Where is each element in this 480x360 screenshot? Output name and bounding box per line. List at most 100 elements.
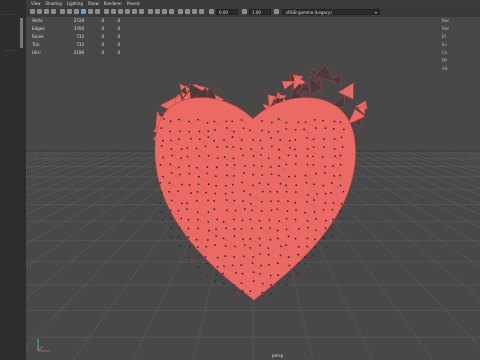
vertex-point xyxy=(288,274,291,277)
vertex-point xyxy=(242,255,245,258)
vertex-point xyxy=(297,262,300,265)
vertex-point xyxy=(233,289,236,292)
vertex-point xyxy=(159,181,162,184)
menu-view[interactable]: View xyxy=(31,0,41,8)
isolate-select-icon[interactable] xyxy=(178,9,183,14)
vertex-point xyxy=(225,185,227,187)
vertex-point xyxy=(178,138,180,141)
camera-attributes-icon[interactable] xyxy=(37,9,42,14)
vertex-point xyxy=(195,238,198,241)
vertex-point xyxy=(169,163,172,166)
vertex-point xyxy=(325,219,327,222)
gamma-field[interactable]: 1.00 xyxy=(249,9,271,15)
grid-line xyxy=(332,150,480,229)
vertex-point xyxy=(287,154,290,157)
vertex-point xyxy=(259,272,261,275)
perspective-viewport[interactable]: Verts: 2728 0 0 Edges: 3700 0 0 Faces: 7… xyxy=(26,17,480,360)
vertex-point xyxy=(324,227,327,229)
grid-line xyxy=(442,150,480,160)
grid-line xyxy=(342,150,480,215)
gamma-icon[interactable] xyxy=(242,9,247,14)
vertex-point xyxy=(276,237,279,240)
vertex-point xyxy=(277,118,280,121)
motion-blur-icon[interactable] xyxy=(155,9,160,14)
wireframe-on-shaded-icon[interactable] xyxy=(118,9,123,14)
vertex-point xyxy=(198,138,201,141)
sidebar-scrollbar[interactable] xyxy=(20,18,23,48)
vertex-point xyxy=(214,244,216,246)
vertex-point xyxy=(214,192,217,195)
image-plane-icon[interactable] xyxy=(51,9,56,14)
exposure-field[interactable]: 0.00 xyxy=(216,9,238,15)
vertex-point xyxy=(207,221,210,223)
vertex-point xyxy=(160,127,163,129)
field-chart-icon[interactable] xyxy=(88,9,93,14)
vertex-point xyxy=(243,208,246,210)
vertex-point xyxy=(260,165,263,168)
vertex-point xyxy=(340,136,343,139)
vertex-point xyxy=(223,265,225,268)
vertex-point xyxy=(226,209,228,212)
color-management-icon[interactable] xyxy=(274,9,279,14)
vertex-point xyxy=(312,163,315,166)
bookmark-icon[interactable] xyxy=(44,9,49,14)
vertex-point xyxy=(162,175,165,178)
hud-row-verts: Verts: 2728 0 0 xyxy=(32,17,132,25)
vertex-point xyxy=(252,155,255,157)
vertex-point xyxy=(198,155,201,157)
vertex-point xyxy=(285,184,287,187)
vertex-point xyxy=(159,163,162,166)
menu-panels[interactable]: Panels xyxy=(127,0,140,8)
vertex-point xyxy=(241,272,244,275)
vertex-point xyxy=(343,128,345,131)
vertex-point xyxy=(258,182,261,185)
vertex-point xyxy=(270,284,272,286)
xray-icon[interactable] xyxy=(185,9,190,14)
menu-renderer[interactable]: Renderer xyxy=(104,0,122,8)
vertex-point xyxy=(213,280,216,283)
vertex-point xyxy=(222,272,224,275)
ambient-occlusion-icon[interactable] xyxy=(148,9,153,14)
vertex-point xyxy=(188,245,191,248)
menu-lighting[interactable]: Lighting xyxy=(67,0,83,8)
vertex-point xyxy=(324,192,327,195)
vertex-point xyxy=(330,192,333,194)
vertex-point xyxy=(276,229,279,232)
vertex-point xyxy=(270,209,273,212)
hud-value: 0 xyxy=(117,50,120,55)
grid-line xyxy=(26,150,34,153)
xray-components-icon[interactable] xyxy=(199,9,204,14)
vertex-point xyxy=(312,254,315,257)
vertex-point xyxy=(285,283,288,286)
vertex-point xyxy=(332,201,335,204)
smooth-shade-icon[interactable] xyxy=(111,9,116,14)
vertex-point xyxy=(242,190,245,193)
film-gate-icon[interactable] xyxy=(67,9,72,14)
camera-select-icon[interactable] xyxy=(30,9,35,14)
exposure-icon[interactable] xyxy=(209,9,214,14)
vertex-point xyxy=(231,136,234,138)
anti-aliasing-icon[interactable] xyxy=(162,9,167,14)
gate-mask-icon[interactable] xyxy=(81,9,86,14)
menu-shading[interactable]: Shading xyxy=(46,0,62,8)
vertex-point xyxy=(206,262,208,265)
vertex-point xyxy=(180,217,183,220)
menu-show[interactable]: Show xyxy=(88,0,99,8)
textured-icon[interactable] xyxy=(125,9,130,14)
safe-action-icon[interactable] xyxy=(95,9,100,14)
wireframe-icon[interactable] xyxy=(104,9,109,14)
vertex-point xyxy=(204,145,207,148)
resolution-gate-icon[interactable] xyxy=(74,9,79,14)
vertex-point xyxy=(294,201,297,204)
vertex-point xyxy=(186,146,189,149)
vertex-point xyxy=(339,121,342,123)
vertex-point xyxy=(190,137,192,140)
xray-joints-icon[interactable] xyxy=(192,9,197,14)
lights-icon[interactable] xyxy=(132,9,137,14)
shadows-icon[interactable] xyxy=(139,9,144,14)
vertex-point xyxy=(240,119,243,121)
view-transform-dropdown[interactable]: sRGB gamma (Legacy) ▾ xyxy=(282,9,380,15)
grid-icon[interactable] xyxy=(60,9,65,14)
depth-of-field-icon[interactable] xyxy=(169,9,174,14)
left-sidebar xyxy=(0,0,27,360)
